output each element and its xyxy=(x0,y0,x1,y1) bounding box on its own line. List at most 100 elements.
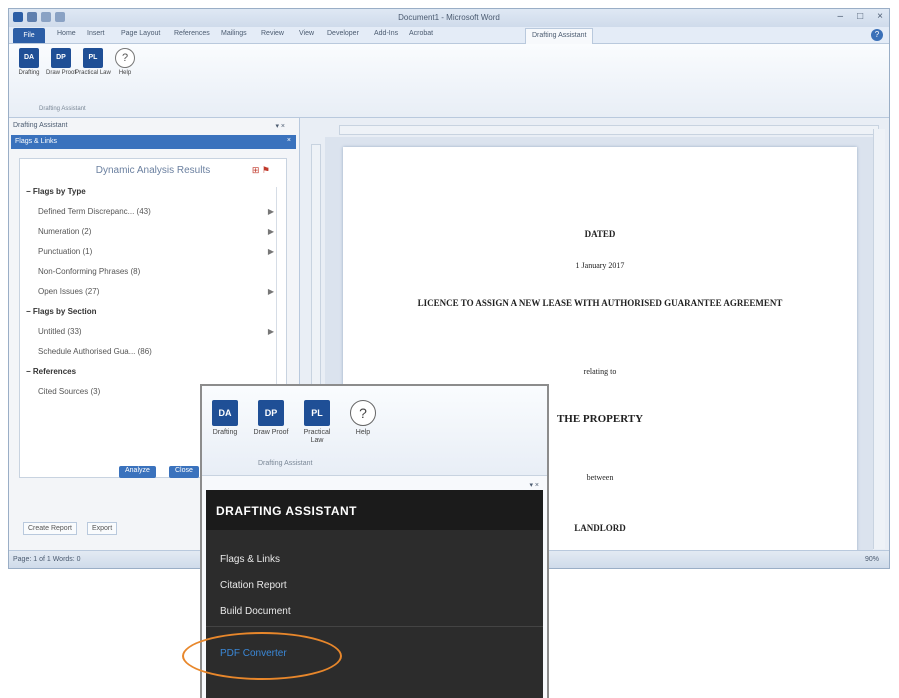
tab-page-layout[interactable]: Page Layout xyxy=(121,30,160,42)
section-references[interactable]: − References xyxy=(26,367,262,381)
task-pane-bar[interactable]: Flags & Links × xyxy=(11,135,296,149)
task-pane-bar-label: Flags & Links xyxy=(15,138,58,145)
drafting-button[interactable]: DA Drafting xyxy=(206,400,244,437)
practical-law-icon: PL xyxy=(304,400,330,426)
drafting-label: Drafting xyxy=(212,429,238,436)
maximize-button[interactable]: □ xyxy=(857,11,863,22)
drafting-button[interactable]: DA Drafting xyxy=(11,48,47,77)
help-button[interactable]: ? Help xyxy=(107,48,143,77)
help-button[interactable]: ? Help xyxy=(344,400,382,437)
bar-close-icon[interactable]: × xyxy=(287,137,291,144)
help-icon[interactable]: ? xyxy=(871,29,883,41)
menu-flags-links[interactable]: Flags & Links xyxy=(220,554,280,565)
tab-insert[interactable]: Insert xyxy=(87,30,105,42)
ribbon: DA Drafting DP Draw Proof PL Practical L… xyxy=(9,44,889,118)
menu-build-document[interactable]: Build Document xyxy=(220,606,291,617)
draw-proof-label: Draw Proof xyxy=(253,429,289,436)
doc-relating: relating to xyxy=(583,367,617,376)
panel-title: DRAFTING ASSISTANT xyxy=(206,490,543,530)
doc-date: 1 January 2017 xyxy=(575,261,625,270)
highlight-ellipse xyxy=(182,632,342,680)
ribbon-group-label: Drafting Assistant xyxy=(39,106,86,112)
export-button[interactable]: Export xyxy=(86,522,118,535)
tab-references[interactable]: References xyxy=(174,30,210,42)
list-item[interactable]: Punctuation (1) ▶ xyxy=(38,247,274,261)
arrow-icon[interactable]: ▶ xyxy=(268,327,274,336)
drafting-label: Drafting xyxy=(18,70,40,76)
list-item-label: Non-Conforming Phrases (8) xyxy=(38,267,141,276)
arrow-icon[interactable]: ▶ xyxy=(268,247,274,256)
draw-proof-icon: DP xyxy=(51,48,71,68)
practical-law-label: Practical Law xyxy=(75,70,111,76)
list-item[interactable]: Defined Term Discrepanc... (43) ▶ xyxy=(38,207,274,221)
section-flags-by-type[interactable]: − Flags by Type xyxy=(26,187,262,201)
list-item[interactable]: Numeration (2) ▶ xyxy=(38,227,274,241)
list-item[interactable]: Schedule Authorised Gua... (86) xyxy=(38,347,274,361)
section-flags-by-section[interactable]: − Flags by Section xyxy=(26,307,262,321)
draw-proof-icon: DP xyxy=(258,400,284,426)
list-item-label: Untitled (33) xyxy=(38,327,82,336)
task-pane-header: Drafting Assistant xyxy=(13,122,68,129)
arrow-icon[interactable]: ▶ xyxy=(268,287,274,296)
tab-developer[interactable]: Developer xyxy=(327,30,359,42)
status-page-info: Page: 1 of 1 Words: 0 xyxy=(13,556,81,563)
flag-icon[interactable]: ⊞ ⚑ xyxy=(252,165,270,176)
section-title: Flags by Type xyxy=(32,187,86,196)
practical-law-icon: PL xyxy=(83,48,103,68)
results-title: Dynamic Analysis Results xyxy=(95,165,211,176)
tab-home[interactable]: Home xyxy=(57,30,76,42)
tab-drafting-assistant[interactable]: Drafting Assistant xyxy=(525,28,594,44)
tab-mailings[interactable]: Mailings xyxy=(221,30,247,42)
list-item[interactable]: Untitled (33) ▶ xyxy=(38,327,274,341)
close-results-button[interactable]: Close xyxy=(169,466,199,478)
create-report-button[interactable]: Create Report xyxy=(23,522,77,535)
list-item-label: Cited Sources (3) xyxy=(38,387,101,396)
draw-proof-label: Draw Proof xyxy=(45,70,76,76)
list-item-label: Open Issues (27) xyxy=(38,287,100,296)
horizontal-ruler xyxy=(339,125,879,135)
task-pane-controls[interactable]: ▾ × xyxy=(275,122,285,130)
list-item[interactable]: Open Issues (27) ▶ xyxy=(38,287,274,301)
panel-controls[interactable]: ▾ × xyxy=(529,481,539,489)
list-item-label: Punctuation (1) xyxy=(38,247,93,256)
menu-divider xyxy=(206,626,543,627)
zoom-level[interactable]: 90% xyxy=(865,556,879,563)
tab-acrobat[interactable]: Acrobat xyxy=(409,30,433,42)
list-item-label: Schedule Authorised Gua... (86) xyxy=(38,347,152,356)
practical-law-label: Practical Law xyxy=(303,429,331,444)
analyze-button[interactable]: Analyze xyxy=(119,466,156,478)
help-label: Help xyxy=(118,70,132,76)
drafting-icon: DA xyxy=(212,400,238,426)
doc-dated: DATED xyxy=(584,229,616,239)
list-item-label: Numeration (2) xyxy=(38,227,92,236)
doc-title: LICENCE TO ASSIGN A NEW LEASE WITH AUTHO… xyxy=(417,298,783,308)
practical-law-button[interactable]: PL Practical Law xyxy=(75,48,111,77)
tab-add-ins[interactable]: Add-Ins xyxy=(374,30,398,42)
practical-law-button[interactable]: PL Practical Law xyxy=(298,400,336,445)
ribbon-group-label: Drafting Assistant xyxy=(258,460,313,467)
section-title: Flags by Section xyxy=(32,307,97,316)
tab-file[interactable]: File xyxy=(13,28,45,43)
draw-proof-button[interactable]: DP Draw Proof xyxy=(43,48,79,77)
drafting-icon: DA xyxy=(19,48,39,68)
minimize-button[interactable]: – xyxy=(838,11,844,22)
document-scrollbar[interactable] xyxy=(873,129,885,549)
arrow-icon[interactable]: ▶ xyxy=(268,207,274,216)
title-bar: Document1 - Microsoft Word – □ × xyxy=(9,9,889,27)
window-title: Document1 - Microsoft Word xyxy=(398,13,500,22)
help-label: Help xyxy=(355,429,371,436)
section-title: References xyxy=(32,367,77,376)
list-item-label: Defined Term Discrepanc... (43) xyxy=(38,207,151,216)
draw-proof-button[interactable]: DP Draw Proof xyxy=(252,400,290,437)
zoomed-ribbon: DA Drafting DP Draw Proof PL Practical L… xyxy=(202,386,547,476)
menu-citation-report[interactable]: Citation Report xyxy=(220,580,287,591)
ribbon-tabs: File Home Insert Page Layout References … xyxy=(9,27,889,44)
list-item[interactable]: Non-Conforming Phrases (8) xyxy=(38,267,274,281)
close-button[interactable]: × xyxy=(877,11,883,22)
task-pane-footer: Create Report Export xyxy=(23,522,118,535)
help-circle-icon: ? xyxy=(115,48,135,68)
tab-view[interactable]: View xyxy=(299,30,314,42)
tab-review[interactable]: Review xyxy=(261,30,284,42)
help-circle-icon: ? xyxy=(350,400,376,426)
arrow-icon[interactable]: ▶ xyxy=(268,227,274,236)
